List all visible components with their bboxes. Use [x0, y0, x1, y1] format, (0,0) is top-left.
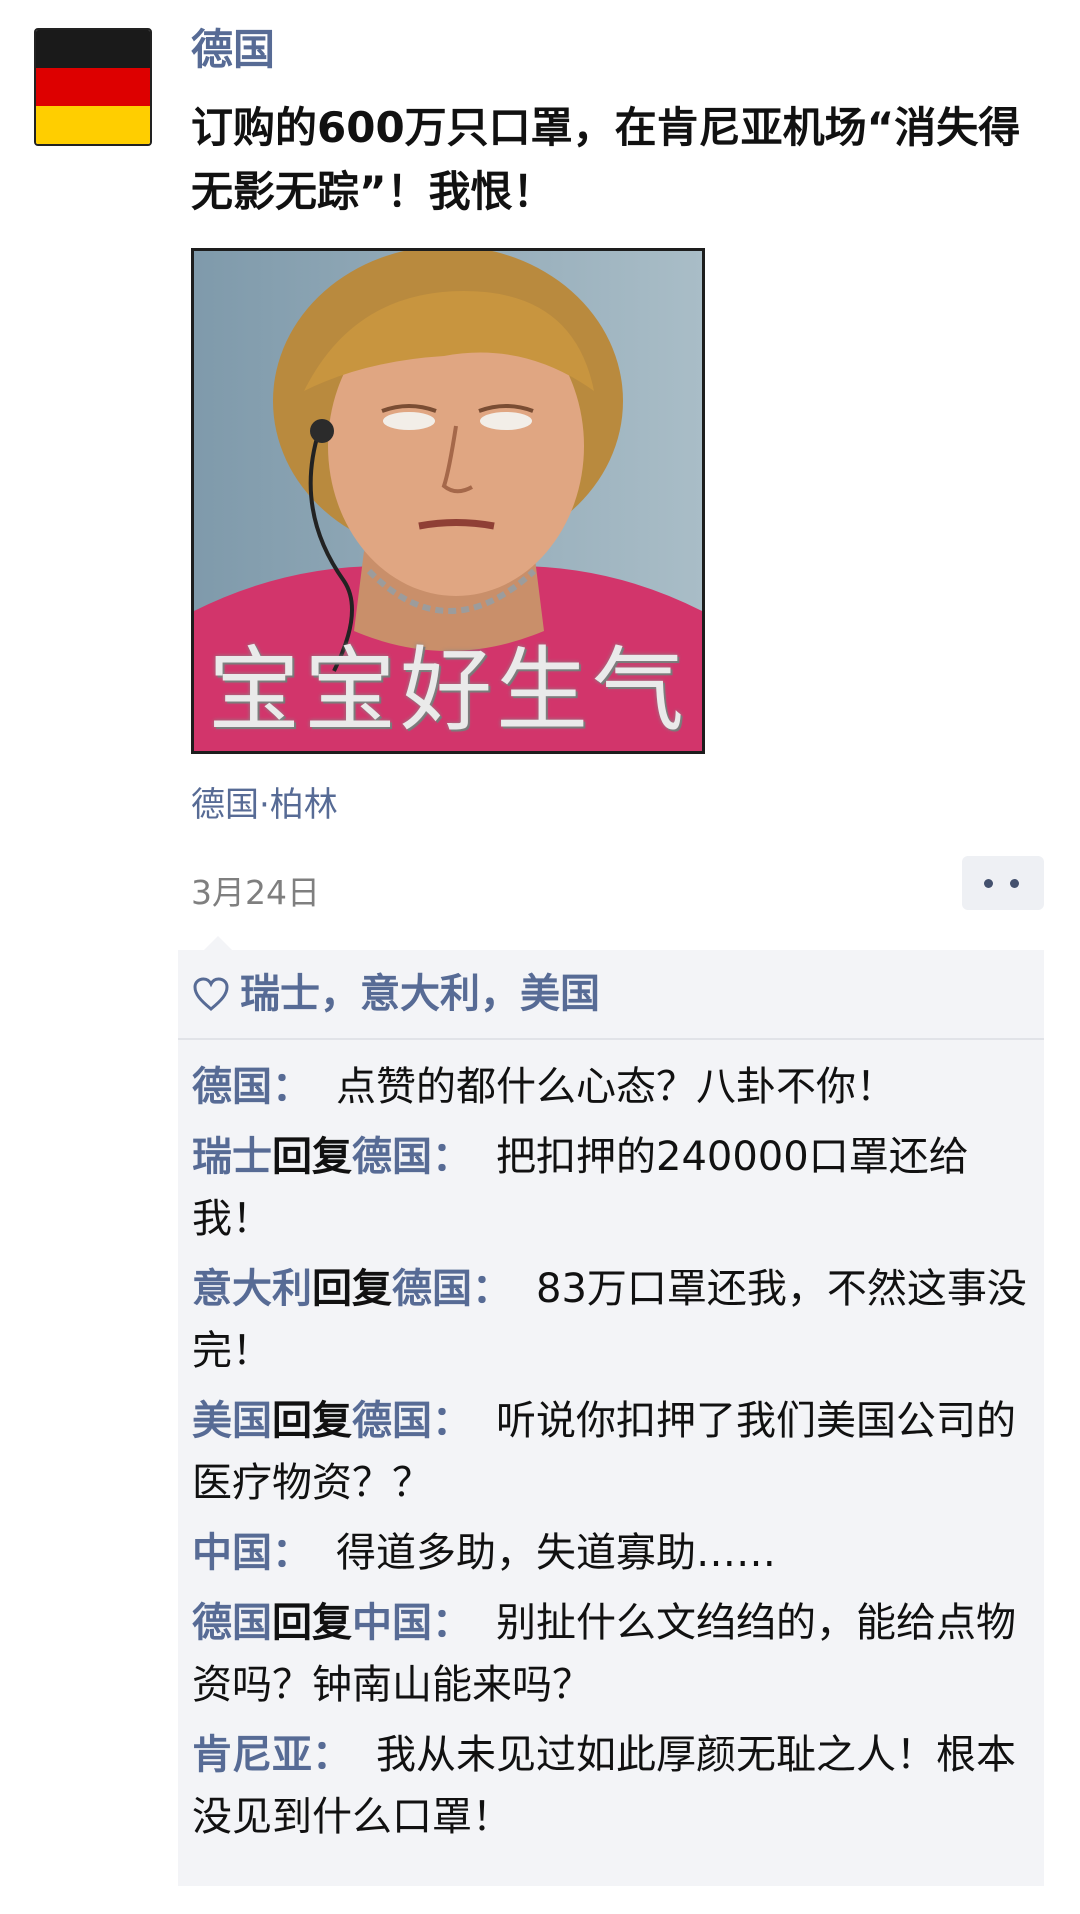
comment-colon: ： — [272, 1064, 312, 1110]
reply-target[interactable]: 德国 — [352, 1398, 432, 1444]
comment-colon: ： — [432, 1600, 472, 1646]
comment-item[interactable]: 德国： 点赞的都什么心态？八卦不你！ — [192, 1056, 1028, 1118]
post-image[interactable]: 宝宝好生气 — [191, 248, 705, 754]
comment-author[interactable]: 中国 — [192, 1530, 272, 1576]
post-username[interactable]: 德国 — [191, 20, 275, 80]
reply-target[interactable]: 德国 — [352, 1134, 432, 1180]
reply-target[interactable]: 德国 — [392, 1266, 472, 1312]
comment-author[interactable]: 德国 — [192, 1600, 272, 1646]
comment-list: 德国： 点赞的都什么心态？八卦不你！ 瑞士回复德国： 把扣押的240000口罩还给我… — [192, 1056, 1028, 1856]
flag-stripe-gold — [36, 106, 150, 144]
comment-item[interactable]: 意大利回复德国： 83万口罩还我，不然这事没完！ — [192, 1258, 1028, 1382]
comment-author[interactable]: 美国 — [192, 1398, 272, 1444]
more-options-button[interactable] — [962, 856, 1044, 910]
comment-author[interactable]: 肯尼亚 — [192, 1732, 312, 1778]
avatar[interactable] — [34, 28, 152, 146]
location-link[interactable]: 德国·柏林 — [191, 780, 338, 830]
more-dots-icon — [984, 879, 993, 888]
comment-text: 点赞的都什么心态？八卦不你！ — [336, 1064, 896, 1110]
flag-stripe-red — [36, 68, 150, 106]
comment-colon: ： — [312, 1732, 352, 1778]
likes-row: 瑞士，意大利，美国 — [178, 950, 1044, 1040]
comment-item[interactable]: 美国回复德国： 听说你扣押了我们美国公司的医疗物资？？ — [192, 1390, 1028, 1514]
reply-word: 回复 — [312, 1266, 392, 1312]
comment-colon: ： — [472, 1266, 512, 1312]
likes-names[interactable]: 瑞士，意大利，美国 — [240, 966, 600, 1022]
comment-colon: ： — [272, 1530, 312, 1576]
comment-item[interactable]: 中国： 得道多助，失道寡助…… — [192, 1522, 1028, 1584]
meme-caption: 宝宝好生气 — [207, 637, 688, 744]
comment-item[interactable]: 肯尼亚： 我从未见过如此厚颜无耻之人！根本没见到什么口罩！ — [192, 1724, 1028, 1848]
interaction-panel: 瑞士，意大利，美国 德国： 点赞的都什么心态？八卦不你！ 瑞士回复德国： 把扣押的2… — [178, 950, 1044, 1886]
reply-word: 回复 — [272, 1600, 352, 1646]
comment-item[interactable]: 德国回复中国： 别扯什么文绉绉的，能给点物资吗？钟南山能来吗？ — [192, 1592, 1028, 1716]
comment-author[interactable]: 意大利 — [192, 1266, 312, 1312]
post-date: 3月24日 — [191, 873, 320, 912]
comment-colon: ： — [432, 1398, 472, 1444]
comment-item[interactable]: 瑞士回复德国： 把扣押的240000口罩还给我！ — [192, 1126, 1028, 1250]
reply-word: 回复 — [272, 1398, 352, 1444]
more-dots-icon — [1010, 879, 1019, 888]
reply-target[interactable]: 中国 — [352, 1600, 432, 1646]
comment-text: 得道多助，失道寡助…… — [336, 1530, 776, 1576]
flag-stripe-black — [36, 30, 150, 68]
panel-pointer — [204, 936, 232, 950]
reply-word: 回复 — [272, 1134, 352, 1180]
heart-icon — [193, 977, 229, 1011]
comment-colon: ： — [432, 1134, 472, 1180]
post-text: 订购的600万只口罩，在肯尼亚机场“消失得无影无踪”！我恨！ — [191, 103, 1021, 216]
comment-author[interactable]: 瑞士 — [192, 1134, 272, 1180]
comment-author[interactable]: 德国 — [192, 1064, 272, 1110]
